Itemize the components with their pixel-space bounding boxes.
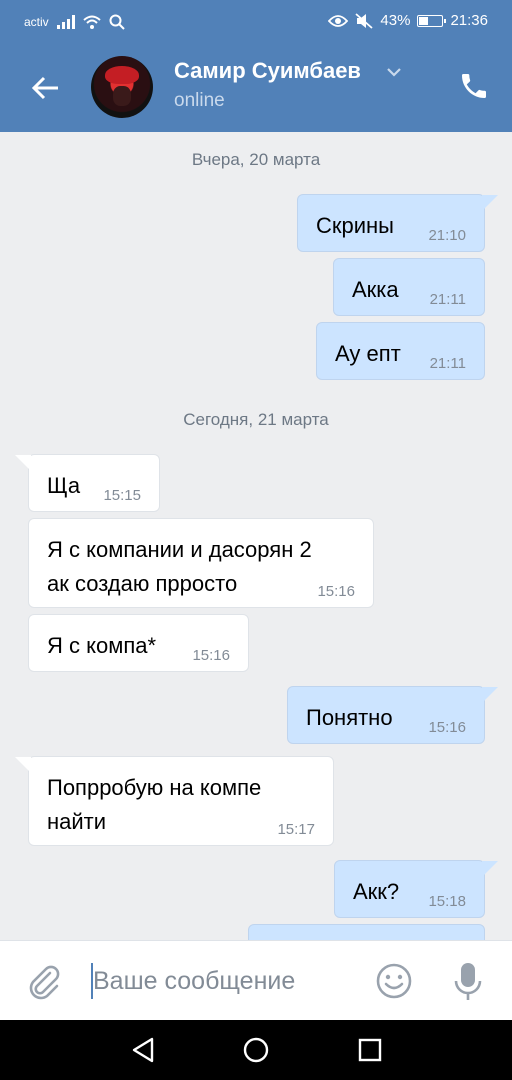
contact-status: online (174, 90, 225, 111)
battery-fill (419, 16, 429, 25)
message-time: 15:15 (103, 487, 141, 504)
message-incoming[interactable]: Ща 15:15 (15, 454, 160, 512)
message-outgoing[interactable]: Акк? 15:18 (334, 860, 498, 918)
phone-icon[interactable] (458, 70, 490, 102)
signal-icon (56, 15, 75, 29)
message-list[interactable]: Вчера, 20 марта Скрины 21:10 Акка 21:11 … (0, 132, 512, 940)
message-incoming[interactable]: Я с компании и дасорян 2 ак создаю пррос… (28, 518, 374, 608)
avatar-hat-shape (105, 66, 139, 84)
message-outgoing[interactable]: Акка 21:11 (333, 258, 485, 316)
message-outgoing-partial[interactable] (248, 924, 485, 940)
status-bar: activ 43% 21:36 (0, 0, 512, 44)
square-recents-icon[interactable] (354, 1034, 386, 1066)
triangle-back-icon[interactable] (128, 1034, 160, 1066)
message-outgoing[interactable]: Понятно 15:16 (287, 686, 498, 744)
message-time: 15:16 (428, 719, 466, 736)
microphone-icon[interactable] (448, 959, 488, 1003)
mute-icon (355, 12, 374, 29)
message-incoming[interactable]: Я с компа* 15:16 (28, 614, 249, 672)
contact-name[interactable]: Самир Суимбаев (174, 58, 361, 84)
message-text-line: Попрробую на компе (47, 775, 262, 800)
smile-icon[interactable] (374, 961, 414, 1001)
chevron-down-icon[interactable] (384, 62, 404, 82)
carrier-label: activ (24, 15, 49, 29)
date-separator: Сегодня, 21 марта (183, 410, 329, 429)
paperclip-icon[interactable] (24, 961, 64, 1001)
message-incoming[interactable]: Попрробую на компе найти 15:17 (15, 756, 334, 846)
wifi-icon (83, 15, 101, 29)
message-time: 15:16 (192, 647, 230, 664)
system-nav-bar (0, 1020, 512, 1080)
circle-home-icon[interactable] (240, 1034, 272, 1066)
avatar-face-shape (113, 86, 131, 106)
message-outgoing[interactable]: Скрины 21:10 (297, 194, 498, 252)
battery-percent: 43% (380, 12, 411, 29)
avatar[interactable] (91, 56, 153, 118)
battery-icon (417, 14, 447, 27)
message-time: 21:10 (428, 227, 466, 244)
message-composer (0, 940, 512, 1020)
clock: 21:36 (450, 12, 488, 29)
arrow-left-icon[interactable] (28, 70, 64, 106)
message-time: 15:17 (277, 821, 315, 838)
message-time: 21:11 (429, 355, 466, 372)
chat-header: Самир Суимбаев online (0, 44, 512, 132)
search-icon (109, 14, 125, 30)
message-text-line: Я с компании и дасорян 2 (47, 537, 312, 562)
eye-icon (328, 14, 349, 27)
message-time: 21:11 (429, 291, 466, 308)
message-input[interactable] (93, 961, 363, 1001)
message-time: 15:16 (317, 583, 355, 600)
message-outgoing[interactable]: Ау епт 21:11 (316, 322, 485, 380)
message-time: 15:18 (428, 893, 466, 910)
date-separator: Вчера, 20 марта (191, 150, 321, 169)
